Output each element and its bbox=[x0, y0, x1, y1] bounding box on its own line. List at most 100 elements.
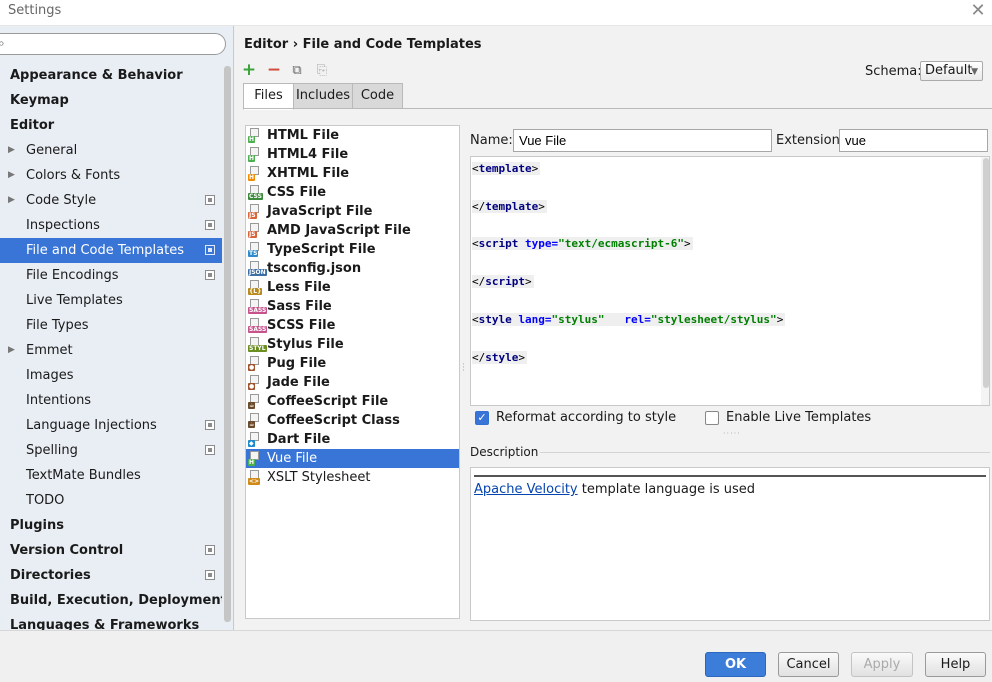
sidebar-item[interactable]: Images bbox=[0, 363, 222, 388]
title-bar: Settings ✕ bbox=[0, 0, 992, 26]
description-divider bbox=[540, 452, 990, 453]
sidebar-item[interactable]: Appearance & Behavior bbox=[0, 63, 222, 88]
sidebar-item[interactable]: Languages & Frameworks bbox=[0, 613, 222, 630]
copy-icon[interactable]: ⧉ bbox=[288, 62, 306, 80]
add-icon[interactable]: + bbox=[240, 62, 258, 80]
cancel-button[interactable]: Cancel bbox=[778, 652, 839, 677]
expand-arrow-icon[interactable]: ▶ bbox=[8, 338, 15, 363]
file-template-item[interactable]: SASS Sass File bbox=[246, 297, 459, 316]
template-code-editor[interactable]: <template> </template> <script type="tex… bbox=[470, 156, 990, 406]
file-template-item[interactable]: H HTML File bbox=[246, 126, 459, 145]
remove-icon[interactable]: − bbox=[265, 62, 283, 80]
expand-arrow-icon[interactable]: ▶ bbox=[8, 188, 15, 213]
file-template-label: XHTML File bbox=[267, 166, 350, 181]
file-template-label: Vue File bbox=[267, 451, 318, 466]
file-template-label: SCSS File bbox=[267, 318, 336, 333]
tab-files[interactable]: Files bbox=[243, 83, 294, 110]
schema-label: Schema: bbox=[865, 64, 922, 79]
file-type-icon: <> bbox=[248, 470, 263, 485]
search-input[interactable] bbox=[0, 33, 226, 55]
file-type-icon: SASS bbox=[248, 318, 268, 333]
live-templates-checkbox[interactable]: Enable Live Templates bbox=[705, 410, 875, 428]
live-templates-label: Enable Live Templates bbox=[726, 410, 872, 425]
file-template-label: Stylus File bbox=[267, 337, 344, 352]
sidebar-item[interactable]: File Types bbox=[0, 313, 222, 338]
sidebar-scrollbar-thumb[interactable] bbox=[224, 66, 231, 622]
editor-scrollbar-thumb[interactable] bbox=[983, 158, 989, 388]
file-template-item[interactable]: ◆ Dart File bbox=[246, 430, 459, 449]
file-template-item[interactable]: ☕ CoffeeScript File bbox=[246, 392, 459, 411]
sidebar-item[interactable]: Editor bbox=[0, 113, 222, 138]
sidebar-item-label: Code Style bbox=[26, 193, 97, 208]
file-template-item[interactable]: SASS SCSS File bbox=[246, 316, 459, 335]
file-template-item[interactable]: ● Pug File bbox=[246, 354, 459, 373]
file-template-item[interactable]: H XHTML File bbox=[246, 164, 459, 183]
close-icon[interactable]: ✕ bbox=[968, 0, 988, 24]
sidebar-item[interactable]: Version Control bbox=[0, 538, 222, 563]
tab-code[interactable]: Code bbox=[352, 83, 403, 109]
file-template-item[interactable]: TS TypeScript File bbox=[246, 240, 459, 259]
sidebar-item[interactable]: Intentions bbox=[0, 388, 222, 413]
sidebar-item[interactable]: Directories bbox=[0, 563, 222, 588]
file-type-icon: ● bbox=[248, 356, 263, 371]
expand-arrow-icon[interactable]: ▶ bbox=[8, 138, 15, 163]
dialog-footer: OK Cancel Apply Help bbox=[0, 630, 992, 682]
file-type-icon: CSS bbox=[248, 185, 263, 200]
file-template-label: Pug File bbox=[267, 356, 327, 371]
sidebar-item-label: Inspections bbox=[26, 218, 100, 233]
sidebar-item[interactable]: ▶ Emmet bbox=[0, 338, 222, 363]
file-template-item[interactable]: ☕ CoffeeScript Class bbox=[246, 411, 459, 430]
tab-includes[interactable]: Includes bbox=[293, 83, 353, 109]
extension-input[interactable] bbox=[839, 129, 988, 152]
checkbox-box[interactable] bbox=[705, 411, 719, 425]
file-template-item[interactable]: H Vue File bbox=[246, 449, 459, 468]
file-template-item[interactable]: <> XSLT Stylesheet bbox=[246, 468, 459, 487]
sidebar-item[interactable]: Keymap bbox=[0, 88, 222, 113]
help-button[interactable]: Help bbox=[925, 652, 986, 677]
sidebar-item[interactable]: File Encodings bbox=[0, 263, 222, 288]
breadcrumb-current: File and Code Templates bbox=[302, 37, 482, 52]
sidebar-item[interactable]: Language Injections bbox=[0, 413, 222, 438]
apache-velocity-link[interactable]: Apache Velocity bbox=[474, 482, 578, 497]
file-template-item[interactable]: H HTML4 File bbox=[246, 145, 459, 164]
sidebar-item-label: TextMate Bundles bbox=[26, 468, 141, 483]
sidebar-item-label: TODO bbox=[26, 493, 65, 508]
schema-select[interactable]: Default ▼ bbox=[920, 61, 983, 81]
file-type-icon: H bbox=[248, 451, 263, 466]
sidebar-item[interactable]: ▶ Code Style bbox=[0, 188, 222, 213]
sidebar-item[interactable]: Live Templates bbox=[0, 288, 222, 313]
sidebar-item[interactable]: Build, Execution, Deployment bbox=[0, 588, 227, 613]
file-type-icon: TS bbox=[248, 242, 263, 257]
file-template-item[interactable]: STYL Stylus File bbox=[246, 335, 459, 354]
file-type-icon: SASS bbox=[248, 299, 268, 314]
file-template-label: Jade File bbox=[267, 375, 330, 390]
sidebar-item[interactable]: ▶ Colors & Fonts bbox=[0, 163, 222, 188]
checkmark-icon[interactable]: ✓ bbox=[475, 411, 489, 425]
file-template-item[interactable]: {L} Less File bbox=[246, 278, 459, 297]
project-scope-icon bbox=[205, 195, 215, 205]
description-text: Apache Velocity template language is use… bbox=[474, 482, 755, 497]
ok-button[interactable]: OK bbox=[705, 652, 766, 677]
expand-arrow-icon[interactable]: ▶ bbox=[8, 163, 15, 188]
breadcrumb-separator-icon: › bbox=[292, 37, 299, 52]
file-template-item[interactable]: JS JavaScript File bbox=[246, 202, 459, 221]
sidebar-item[interactable]: Plugins bbox=[0, 513, 222, 538]
project-scope-icon bbox=[205, 245, 215, 255]
file-template-label: CSS File bbox=[267, 185, 327, 200]
sidebar-item[interactable]: ▶ General bbox=[0, 138, 222, 163]
file-template-item[interactable]: ● Jade File bbox=[246, 373, 459, 392]
sidebar-item[interactable]: TODO bbox=[0, 488, 222, 513]
reset-icon[interactable]: ⎘ bbox=[313, 62, 331, 80]
file-template-item[interactable]: CSS CSS File bbox=[246, 183, 459, 202]
sidebar-item[interactable]: File and Code Templates bbox=[0, 238, 222, 263]
reformat-checkbox[interactable]: ✓ Reformat according to style bbox=[475, 410, 676, 428]
file-template-item[interactable]: JS AMD JavaScript File bbox=[246, 221, 459, 240]
sidebar-item[interactable]: Spelling bbox=[0, 438, 222, 463]
name-input[interactable] bbox=[513, 129, 772, 152]
description-rule bbox=[474, 475, 986, 477]
apply-button[interactable]: Apply bbox=[851, 652, 913, 677]
sidebar-item[interactable]: Inspections bbox=[0, 213, 222, 238]
sidebar-item[interactable]: TextMate Bundles bbox=[0, 463, 222, 488]
splitter-grip-icon[interactable]: ····· bbox=[723, 429, 741, 438]
file-template-item[interactable]: JSON tsconfig.json bbox=[246, 259, 459, 278]
